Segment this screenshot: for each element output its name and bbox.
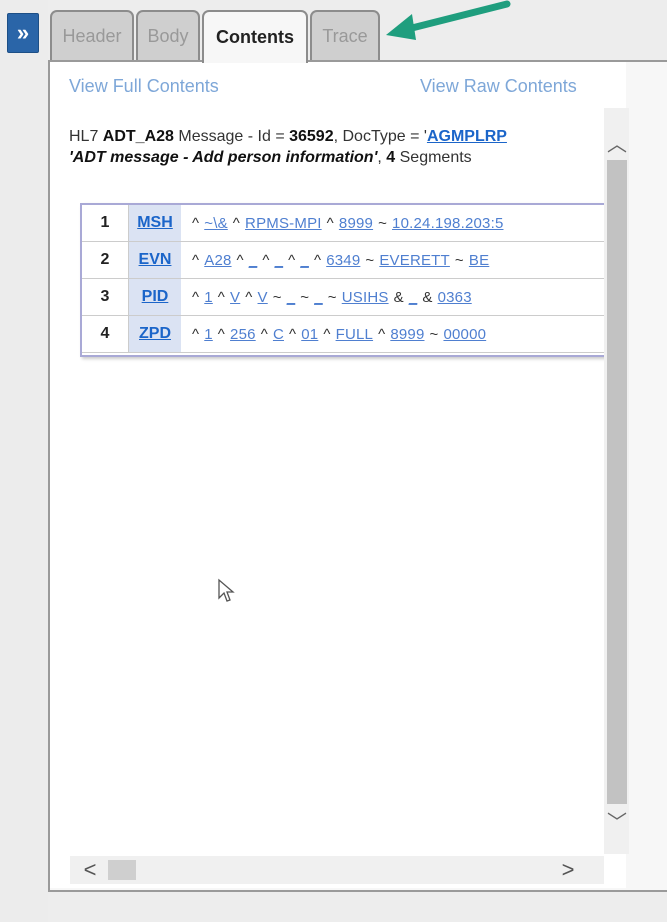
message-type: ADT_A28	[102, 128, 174, 145]
field-separator: ^	[288, 251, 296, 269]
segment-name-link[interactable]: EVN	[129, 242, 181, 278]
field-value-link[interactable]: 01	[301, 326, 318, 343]
scroll-up-icon[interactable]: ︿	[606, 130, 628, 156]
field-separator: ^	[245, 288, 253, 306]
field-value-link[interactable]: _	[300, 252, 309, 269]
field-value-link[interactable]: FULL	[336, 326, 373, 343]
field-separator: ^	[192, 251, 200, 269]
field-separator: ^	[262, 251, 270, 269]
field-separator: ~	[429, 325, 439, 343]
field-separator: ^	[217, 288, 226, 306]
field-value-link[interactable]: _	[287, 289, 296, 306]
field-value-link[interactable]: V	[258, 289, 268, 306]
view-full-contents-link[interactable]: View Full Contents	[69, 76, 219, 97]
field-value-link[interactable]: _	[314, 289, 323, 306]
scroll-down-icon[interactable]: ﹀	[606, 808, 628, 834]
field-value-link[interactable]: USIHS	[342, 289, 389, 306]
field-value-link[interactable]: 1	[204, 289, 213, 306]
segment-fields: ^ 1 ^ V ^ V ~ _ ~ _ ~ USIHS & _ & 0363	[181, 289, 472, 306]
field-separator: ~	[365, 251, 375, 269]
field-value-link[interactable]: RPMS-MPI	[245, 215, 322, 232]
field-separator: ~	[454, 251, 464, 269]
segment-row: 3 PID ^ 1 ^ V ^ V ~ _ ~ _ ~ USIHS & _ & 0363	[82, 279, 606, 316]
field-separator: ^	[232, 214, 241, 232]
segments-table: 1 MSH ^ ~\& ^ RPMS-MPI ^ 8999 ~10.24.198.203:5 2 E…	[80, 203, 606, 357]
contents-area	[50, 62, 626, 888]
mouse-cursor-icon	[218, 578, 235, 602]
segments-label: Segments	[395, 149, 472, 166]
field-value-link[interactable]: 8999	[390, 326, 424, 343]
vertical-scroll-thumb[interactable]	[607, 160, 627, 804]
field-separator: ^	[288, 325, 297, 343]
field-value-link[interactable]: ~\&	[204, 215, 228, 232]
horizontal-scrollbar[interactable]: < >	[70, 856, 604, 884]
tab-body[interactable]: Body	[136, 10, 200, 60]
message-description-line: 'ADT message - Add person information', …	[69, 149, 472, 167]
message-summary: HL7 ADT_A28 Message - Id = 36592, DocTyp…	[69, 128, 507, 146]
field-separator: ^	[192, 325, 200, 343]
segment-count-sep: ,	[377, 149, 387, 166]
field-separator: ~	[327, 288, 337, 306]
tab-contents[interactable]: Contents	[202, 10, 308, 63]
segment-fields: ^ ~\& ^ RPMS-MPI ^ 8999 ~10.24.198.203:5	[181, 215, 503, 232]
segment-number: 4	[82, 316, 129, 352]
message-description: 'ADT message - Add person information'	[69, 149, 378, 166]
field-separator: &	[422, 288, 433, 306]
field-separator: ^	[236, 251, 244, 269]
field-value-link[interactable]: 10.24.198.203:5	[392, 215, 503, 232]
segment-number: 3	[82, 279, 129, 315]
field-separator: ^	[326, 214, 334, 232]
segment-name-link[interactable]: PID	[129, 279, 181, 315]
segment-name-link[interactable]: ZPD	[129, 316, 181, 352]
scroll-right-icon[interactable]: >	[554, 856, 582, 884]
field-separator: ~	[300, 288, 310, 306]
doctype-label: , DocType = '	[333, 128, 427, 145]
annotation-arrow-icon	[386, 0, 511, 40]
segment-row: 1 MSH ^ ~\& ^ RPMS-MPI ^ 8999 ~10.24.198.203:5	[82, 205, 606, 242]
field-value-link[interactable]: V	[230, 289, 240, 306]
field-value-link[interactable]: BE	[469, 252, 489, 269]
field-separator: ^	[192, 214, 200, 232]
tab-header[interactable]: Header	[50, 10, 134, 60]
field-value-link[interactable]: 1	[204, 326, 213, 343]
message-id: 36592	[289, 128, 334, 145]
message-prefix: HL7	[69, 128, 103, 145]
vertical-scrollbar[interactable]: ︿ ﹀	[604, 108, 629, 854]
field-separator: ^	[260, 325, 268, 343]
field-separator: &	[393, 288, 404, 306]
segment-number: 2	[82, 242, 129, 278]
tab-trace[interactable]: Trace	[310, 10, 380, 60]
view-raw-contents-link[interactable]: View Raw Contents	[420, 76, 577, 97]
field-value-link[interactable]: _	[275, 252, 284, 269]
segment-row: 2 EVN ^ A28 ^ _ ^ _ ^ _ ^ 6349 ~ EVERETT ~ BE	[82, 242, 606, 279]
segment-row: 4 ZPD ^ 1 ^ 256 ^ C ^ 01 ^ FULL ^ 8999 ~00000	[82, 316, 606, 353]
segment-fields: ^ A28 ^ _ ^ _ ^ _ ^ 6349 ~ EVERETT ~ BE	[181, 252, 489, 269]
segment-number: 1	[82, 205, 129, 241]
segment-name-link[interactable]: MSH	[129, 205, 181, 241]
scroll-left-icon[interactable]: <	[76, 856, 104, 884]
field-value-link[interactable]: 00000	[443, 326, 486, 343]
field-value-link[interactable]: EVERETT	[379, 252, 450, 269]
segment-fields: ^ 1 ^ 256 ^ C ^ 01 ^ FULL ^ 8999 ~00000	[181, 326, 486, 343]
field-separator: ^	[378, 325, 386, 343]
field-separator: ~	[272, 288, 282, 306]
field-value-link[interactable]: C	[273, 326, 284, 343]
left-strip	[0, 0, 48, 922]
expand-panel-button[interactable]: »	[7, 13, 39, 53]
field-value-link[interactable]: 0363	[438, 289, 472, 306]
field-separator: ^	[323, 325, 331, 343]
horizontal-scroll-thumb[interactable]	[108, 860, 136, 880]
field-separator: ^	[192, 288, 200, 306]
doctype-link[interactable]: AGMPLRP	[427, 128, 507, 145]
message-id-label: Message - Id =	[173, 128, 290, 145]
field-value-link[interactable]: 8999	[339, 215, 373, 232]
field-separator: ^	[313, 251, 322, 269]
field-separator: ~	[378, 214, 388, 232]
field-value-link[interactable]: A28	[204, 252, 231, 269]
field-value-link[interactable]: 256	[230, 326, 256, 343]
field-separator: ^	[217, 325, 226, 343]
field-value-link[interactable]: 6349	[326, 252, 360, 269]
segment-count: 4	[386, 149, 396, 166]
